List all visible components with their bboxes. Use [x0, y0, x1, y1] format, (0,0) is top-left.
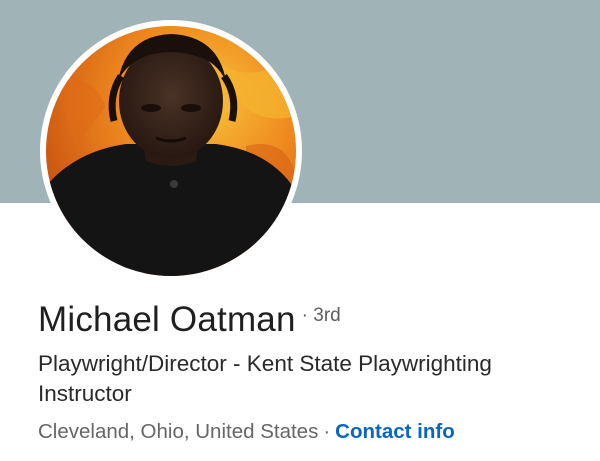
connection-degree-badge: · 3rd: [301, 305, 341, 326]
profile-photo-image: [46, 26, 296, 276]
profile-location: Cleveland, Ohio, United States: [38, 420, 319, 443]
location-separator: ·: [323, 420, 331, 443]
profile-name-row: Michael Oatman · 3rd: [38, 300, 341, 340]
profile-photo[interactable]: [46, 26, 296, 276]
profile-photo-frame: [40, 20, 302, 282]
profile-name: Michael Oatman: [38, 300, 296, 339]
profile-location-row: Cleveland, Ohio, United States · Contact i…: [38, 420, 455, 444]
contact-info-link[interactable]: Contact info: [335, 420, 455, 443]
profile-headline: Playwright/Director - Kent State Playwri…: [38, 351, 492, 406]
